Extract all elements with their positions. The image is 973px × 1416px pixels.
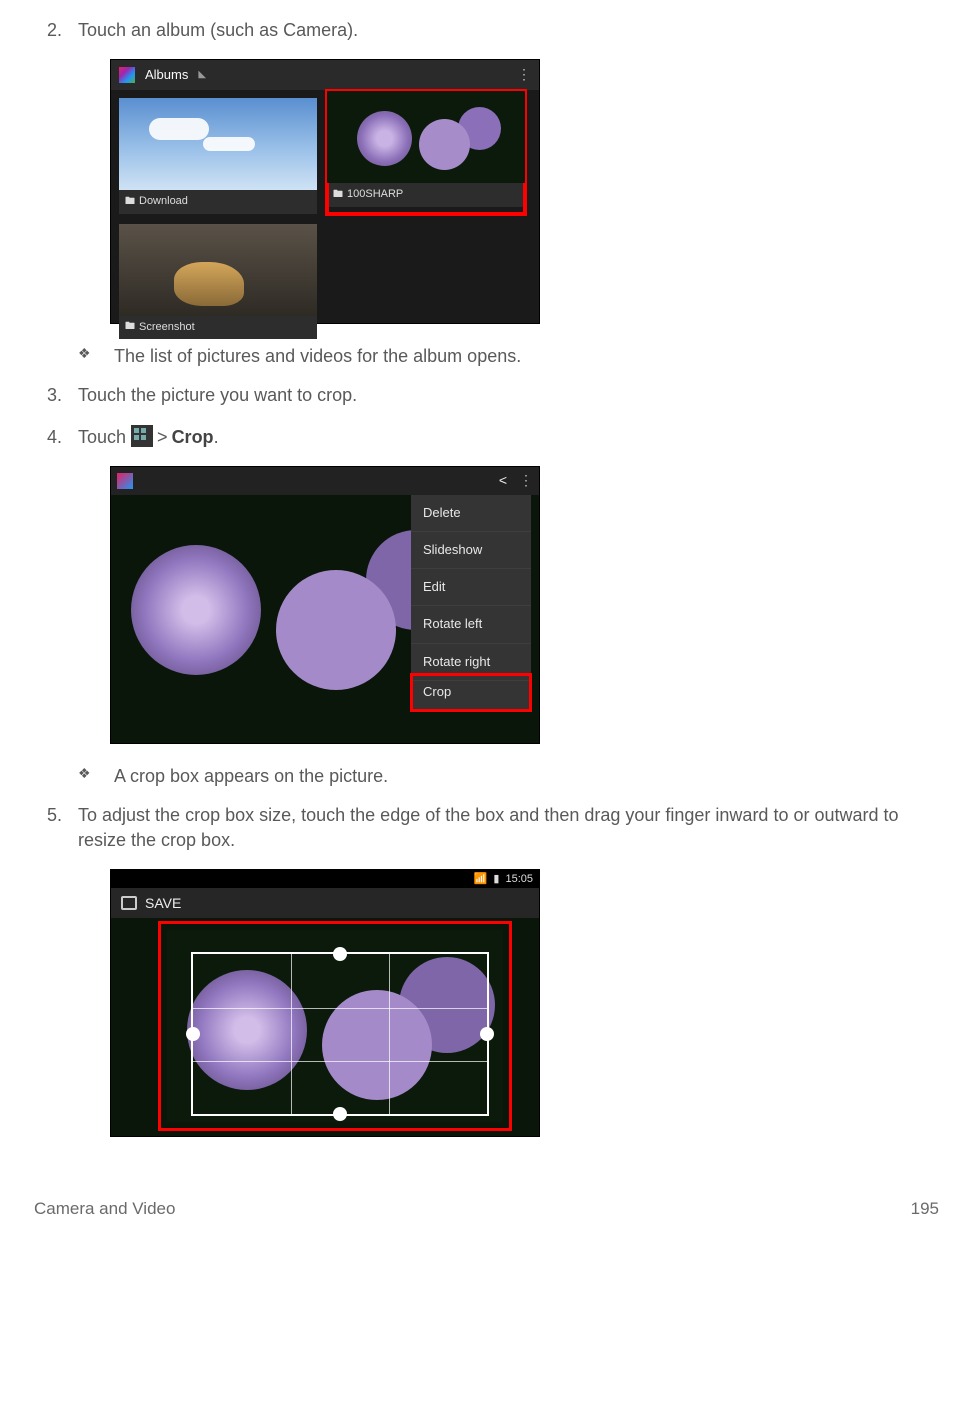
crop-topbar: SAVE bbox=[111, 888, 539, 918]
menu-item-crop-highlighted[interactable]: Crop bbox=[411, 674, 531, 711]
crop-gridline bbox=[193, 1061, 487, 1062]
folder-icon: 🖿 bbox=[125, 320, 135, 334]
step-2: 2. Touch an album (such as Camera). bbox=[30, 18, 943, 43]
album-name: Download bbox=[139, 194, 188, 209]
footer-page-number: 195 bbox=[911, 1197, 939, 1221]
albums-dropdown-label[interactable]: Albums bbox=[145, 66, 188, 84]
album-name: Screenshot bbox=[139, 320, 195, 335]
figure-crop-box: 📶 ▮ 15:05 SAVE bbox=[110, 869, 943, 1137]
album-thumbnail bbox=[119, 98, 317, 190]
crop-handle-top[interactable] bbox=[333, 947, 347, 961]
phone-crop-menu-screen: < ⋮ Delete Slideshow Edit Rotate left Ro… bbox=[110, 466, 540, 744]
album-download[interactable]: 🖿 Download bbox=[119, 98, 317, 213]
overflow-menu-panel: Delete Slideshow Edit Rotate left Rotate… bbox=[411, 495, 531, 711]
step-number: 5. bbox=[30, 803, 78, 853]
crop-gridline bbox=[193, 1008, 487, 1009]
album-name: 100SHARP bbox=[347, 187, 403, 202]
page-footer: Camera and Video 195 bbox=[30, 1197, 943, 1221]
step-text: Touch the picture you want to crop. bbox=[78, 383, 943, 408]
crop-handle-left[interactable] bbox=[186, 1027, 200, 1041]
step-4-note: ❖ A crop box appears on the picture. bbox=[78, 764, 943, 789]
crop-gridline bbox=[291, 954, 292, 1114]
menu-item-rotate-left[interactable]: Rotate left bbox=[411, 606, 531, 643]
albums-grid: 🖿 Download 🖿 100SHARP 🖿 Screenshot bbox=[111, 90, 539, 347]
figure-albums: Albums ◣ ⋮ 🖿 Download 🖿 100SHARP bbox=[110, 59, 943, 324]
album-label: 🖿 100SHARP bbox=[327, 183, 525, 206]
album-label: 🖿 Download bbox=[119, 190, 317, 213]
folder-icon: 🖿 bbox=[333, 188, 343, 202]
dropdown-arrow-icon[interactable]: ◣ bbox=[198, 68, 206, 82]
footer-section: Camera and Video bbox=[34, 1197, 175, 1221]
crop-label-bold: Crop bbox=[172, 427, 214, 447]
phone-albums-screen: Albums ◣ ⋮ 🖿 Download 🖿 100SHARP bbox=[110, 59, 540, 324]
album-thumbnail bbox=[119, 224, 317, 316]
diamond-bullet-icon: ❖ bbox=[78, 764, 114, 789]
figure-crop-menu: < ⋮ Delete Slideshow Edit Rotate left Ro… bbox=[110, 466, 943, 744]
menu-item-edit[interactable]: Edit bbox=[411, 569, 531, 606]
menu-item-delete[interactable]: Delete bbox=[411, 495, 531, 532]
album-screenshot[interactable]: 🖿 Screenshot bbox=[119, 224, 317, 339]
step4-post: . bbox=[214, 427, 219, 447]
step-number: 2. bbox=[30, 18, 78, 43]
overflow-menu-icon[interactable]: ⋮ bbox=[517, 72, 531, 78]
overflow-menu-inline-icon bbox=[131, 425, 153, 447]
step-5: 5. To adjust the crop box size, touch th… bbox=[30, 803, 943, 853]
step-4: 4. Touch >Crop. bbox=[30, 425, 943, 450]
status-time: 15:05 bbox=[505, 872, 533, 887]
overflow-menu-icon[interactable]: ⋮ bbox=[519, 478, 533, 484]
step-text: Touch an album (such as Camera). bbox=[78, 18, 943, 43]
note-text: The list of pictures and videos for the … bbox=[114, 344, 521, 369]
flower-image bbox=[110, 485, 401, 744]
album-thumbnail bbox=[327, 91, 525, 183]
gallery-topbar: Albums ◣ ⋮ bbox=[111, 60, 539, 90]
save-icon[interactable] bbox=[121, 896, 137, 910]
step4-pre: Touch bbox=[78, 427, 131, 447]
album-100sharp-highlighted[interactable]: 🖿 100SHARP bbox=[327, 91, 525, 213]
share-icon[interactable]: < bbox=[499, 471, 507, 491]
gallery-app-icon bbox=[119, 67, 135, 83]
step-text: To adjust the crop box size, touch the e… bbox=[78, 803, 943, 853]
status-bar: 📶 ▮ 15:05 bbox=[111, 870, 539, 888]
gt-separator: > bbox=[157, 427, 168, 447]
folder-icon: 🖿 bbox=[125, 195, 135, 209]
crop-area-highlighted bbox=[161, 924, 509, 1128]
album-label: 🖿 Screenshot bbox=[119, 316, 317, 339]
diamond-bullet-icon: ❖ bbox=[78, 344, 114, 369]
phone-crop-screen: 📶 ▮ 15:05 SAVE bbox=[110, 869, 540, 1137]
menu-item-slideshow[interactable]: Slideshow bbox=[411, 532, 531, 569]
save-label[interactable]: SAVE bbox=[145, 894, 181, 914]
crop-box[interactable] bbox=[191, 952, 489, 1116]
crop-gridline bbox=[389, 954, 390, 1114]
step-number: 4. bbox=[30, 425, 78, 450]
signal-icon: 📶 bbox=[474, 872, 488, 887]
step-text: Touch >Crop. bbox=[78, 425, 943, 450]
step-number: 3. bbox=[30, 383, 78, 408]
step-2-note: ❖ The list of pictures and videos for th… bbox=[78, 344, 943, 369]
step-3: 3. Touch the picture you want to crop. bbox=[30, 383, 943, 408]
note-text: A crop box appears on the picture. bbox=[114, 764, 388, 789]
battery-icon: ▮ bbox=[493, 872, 499, 887]
